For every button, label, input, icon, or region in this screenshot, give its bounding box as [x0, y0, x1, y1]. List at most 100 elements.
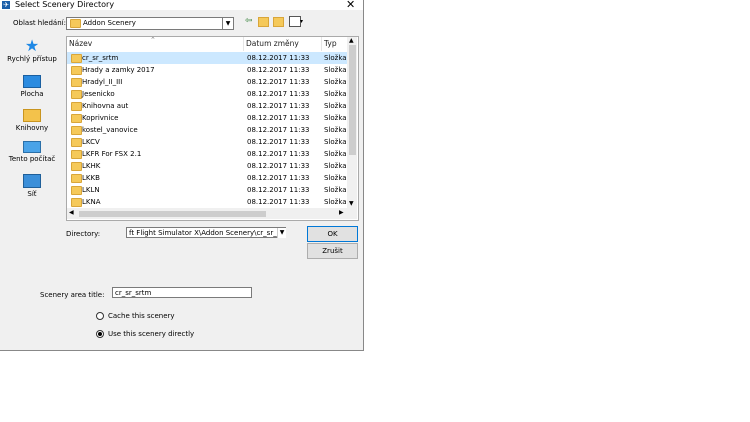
- file-row[interactable]: Hradyl_II_III 08.12.2017 11:33 Složka: [67, 76, 347, 88]
- file-name: Hradyl_II_III: [82, 78, 123, 86]
- file-row[interactable]: Hrady a zamky 2017 08.12.2017 11:33 Slož…: [67, 64, 347, 76]
- place-label: Síť: [27, 190, 37, 198]
- use-directly-label[interactable]: Use this scenery directly: [108, 330, 194, 338]
- libraries-icon: [23, 109, 41, 122]
- file-row[interactable]: kostel_vanovice 08.12.2017 11:33 Složka: [67, 124, 347, 136]
- folder-icon: [71, 198, 82, 207]
- ok-button[interactable]: OK: [307, 226, 358, 242]
- look-in-value: Addon Scenery: [83, 19, 136, 27]
- file-name: Jesenicko: [82, 90, 115, 98]
- file-name: LKKB: [82, 174, 100, 182]
- folder-icon: [71, 174, 82, 183]
- file-date: 08.12.2017 11:33: [247, 186, 310, 194]
- file-date: 08.12.2017 11:33: [247, 78, 310, 86]
- place-label: Tento počítač: [8, 155, 56, 163]
- file-row[interactable]: LKCV 08.12.2017 11:33 Složka: [67, 136, 347, 148]
- file-row[interactable]: LKKB 08.12.2017 11:33 Složka: [67, 172, 347, 184]
- scenery-title-input[interactable]: cr_sr_srtm: [112, 287, 252, 298]
- cancel-button[interactable]: Zrušit: [307, 243, 358, 259]
- file-date: 08.12.2017 11:33: [247, 66, 310, 74]
- file-rows: cr_sr_srtm 08.12.2017 11:33 Složka Hrady…: [67, 52, 347, 208]
- file-row[interactable]: LKFR For FSX 2.1 08.12.2017 11:33 Složka: [67, 148, 347, 160]
- title-bar: ✈ Select Scenery Directory ✕: [0, 0, 363, 10]
- column-name-label: Název: [69, 39, 93, 48]
- look-in-label: Oblast hledání:: [13, 19, 66, 27]
- cache-scenery-label[interactable]: Cache this scenery: [108, 312, 175, 320]
- place-label: Plocha: [20, 90, 44, 98]
- file-name: LKCV: [82, 138, 100, 146]
- folder-icon: [71, 90, 82, 99]
- place-this-pc[interactable]: Tento počítač: [4, 141, 60, 163]
- file-date: 08.12.2017 11:33: [247, 198, 310, 206]
- file-row[interactable]: Koprivnice 08.12.2017 11:33 Složka: [67, 112, 347, 124]
- file-type: Složka: [324, 174, 347, 182]
- file-name: LKNA: [82, 198, 101, 206]
- scroll-up-icon[interactable]: ▲: [349, 37, 354, 44]
- file-type: Složka: [324, 54, 347, 62]
- scroll-right-icon[interactable]: ▶: [339, 209, 344, 216]
- directory-label: Directory:: [66, 230, 101, 238]
- place-label: Knihovny: [15, 124, 49, 132]
- file-type: Složka: [324, 126, 347, 134]
- file-name: Knihovna aut: [82, 102, 129, 110]
- file-date: 08.12.2017 11:33: [247, 162, 310, 170]
- column-type-label: Typ: [324, 39, 337, 48]
- scroll-left-icon[interactable]: ◀: [69, 209, 74, 216]
- place-libraries[interactable]: Knihovny: [4, 109, 60, 132]
- network-icon: [23, 174, 41, 188]
- file-row[interactable]: LKLN 08.12.2017 11:33 Složka: [67, 184, 347, 196]
- column-header-date[interactable]: Datum změny: [244, 37, 322, 51]
- place-label: Rychlý přístup: [7, 55, 57, 63]
- up-folder-icon[interactable]: [258, 17, 269, 27]
- file-row[interactable]: LKNA 08.12.2017 11:33 Složka: [67, 196, 347, 208]
- window-title: Select Scenery Directory: [15, 0, 115, 9]
- sort-ascending-icon: ⌃: [150, 36, 156, 44]
- file-type: Složka: [324, 78, 347, 86]
- vertical-scroll-thumb[interactable]: [349, 45, 356, 155]
- file-list[interactable]: Název ⌃ Datum změny Typ cr_sr_srtm 08.12…: [66, 36, 359, 221]
- file-date: 08.12.2017 11:33: [247, 174, 310, 182]
- file-name: LKFR For FSX 2.1: [82, 150, 142, 158]
- view-menu-chevron-icon[interactable]: ▾: [300, 18, 303, 25]
- file-row[interactable]: LKHK 08.12.2017 11:33 Složka: [67, 160, 347, 172]
- file-type: Složka: [324, 90, 347, 98]
- file-name: kostel_vanovice: [82, 126, 138, 134]
- file-row[interactable]: Knihovna aut 08.12.2017 11:33 Složka: [67, 100, 347, 112]
- file-date: 08.12.2017 11:33: [247, 138, 310, 146]
- folder-icon: [71, 102, 82, 111]
- app-icon: ✈: [2, 1, 10, 9]
- use-directly-radio[interactable]: [96, 330, 104, 338]
- file-date: 08.12.2017 11:33: [247, 126, 310, 134]
- folder-icon: [70, 19, 81, 28]
- file-name: LKHK: [82, 162, 101, 170]
- file-date: 08.12.2017 11:33: [247, 54, 310, 62]
- scroll-down-icon[interactable]: ▼: [349, 200, 354, 207]
- horizontal-scroll-thumb[interactable]: [79, 211, 266, 217]
- file-row[interactable]: Jesenicko 08.12.2017 11:33 Složka: [67, 88, 347, 100]
- file-type: Složka: [324, 150, 347, 158]
- folder-icon: [71, 186, 82, 195]
- file-name: cr_sr_srtm: [82, 54, 119, 62]
- select-scenery-dialog: ✈ Select Scenery Directory ✕ Oblast hled…: [0, 0, 364, 351]
- directory-combo[interactable]: ft Flight Simulator X\Addon Scenery\cr_s…: [126, 227, 286, 238]
- chevron-down-icon[interactable]: ▼: [277, 228, 286, 238]
- scenery-title-label: Scenery area title:: [40, 291, 105, 299]
- desktop-icon: [23, 75, 41, 88]
- new-folder-icon[interactable]: [273, 17, 284, 27]
- back-icon[interactable]: ⇦: [245, 16, 253, 26]
- place-quick-access[interactable]: ★ Rychlý přístup: [4, 38, 60, 64]
- file-row[interactable]: cr_sr_srtm 08.12.2017 11:33 Složka: [67, 52, 347, 64]
- file-type: Složka: [324, 138, 347, 146]
- file-type: Složka: [324, 66, 347, 74]
- column-header-name[interactable]: Název ⌃: [69, 36, 244, 51]
- place-network[interactable]: Síť: [4, 174, 60, 198]
- look-in-combo[interactable]: Addon Scenery ▼: [66, 17, 234, 30]
- column-header-type[interactable]: Typ: [322, 37, 348, 51]
- folder-icon: [71, 162, 82, 171]
- folder-icon: [71, 138, 82, 147]
- chevron-down-icon[interactable]: ▼: [222, 18, 233, 29]
- close-icon[interactable]: ✕: [346, 0, 355, 10]
- file-date: 08.12.2017 11:33: [247, 102, 310, 110]
- place-desktop[interactable]: Plocha: [4, 75, 60, 98]
- cache-scenery-radio[interactable]: [96, 312, 104, 320]
